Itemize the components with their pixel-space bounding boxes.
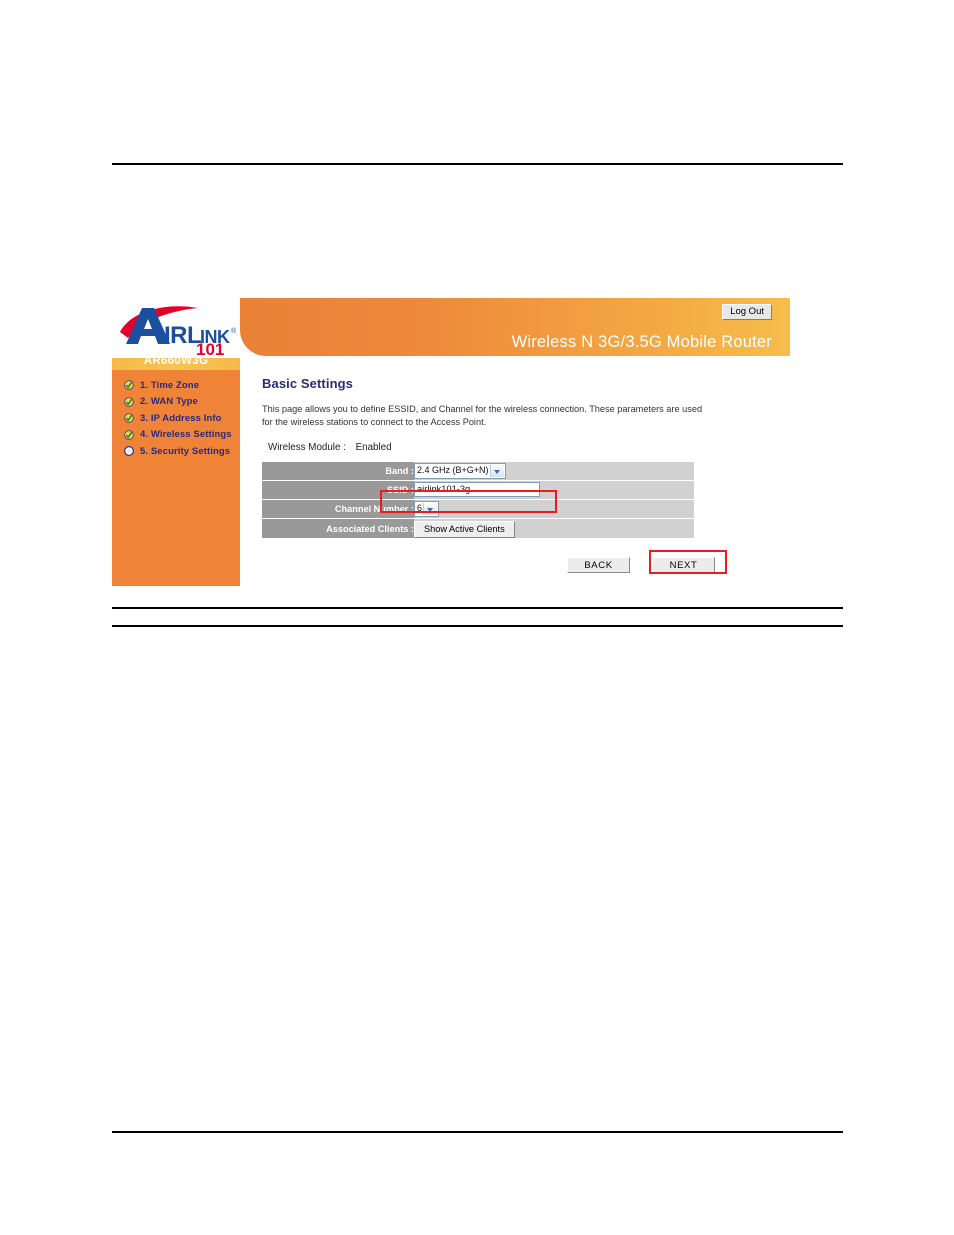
table-row-channel: Channel Number : 6 [262, 500, 694, 518]
wireless-module-label: Wireless Module : [268, 442, 346, 453]
sidebar-item-wan-type[interactable]: 2. WAN Type [112, 394, 240, 411]
airlink-logo: IRL INK ® 101 [112, 298, 240, 358]
table-row-band: Band : 2.4 GHz (B+G+N) [262, 462, 694, 480]
basic-settings-table: Band : 2.4 GHz (B+G+N) SSID : Ch [262, 461, 694, 539]
channel-number-value: 6 [417, 502, 423, 513]
sidebar-item-label: 3. IP Address Info [140, 412, 222, 424]
page-rule-mid-lower [112, 625, 843, 627]
router-admin-ui: Log Out Wireless N 3G/3.5G Mobile Router… [112, 298, 790, 586]
current-circle-icon [124, 446, 134, 457]
sidebar-item-wireless-settings[interactable]: 4. Wireless Settings [112, 427, 240, 444]
sidebar-item-time-zone[interactable]: 1. Time Zone [112, 377, 240, 394]
table-row-ssid: SSID : [262, 481, 694, 499]
wizard-actions: BACK NEXT [567, 554, 727, 574]
table-row-associated-clients: Associated Clients : Show Active Clients [262, 519, 694, 538]
checked-circle-icon [124, 380, 134, 390]
svg-text:®: ® [231, 327, 237, 335]
associated-clients-label: Associated Clients : [262, 519, 414, 538]
next-button[interactable]: NEXT [652, 557, 715, 573]
show-active-clients-button[interactable]: Show Active Clients [414, 521, 515, 538]
band-value-cell: 2.4 GHz (B+G+N) [414, 462, 694, 480]
svg-text:101: 101 [196, 340, 224, 356]
checked-circle-icon [124, 430, 134, 440]
wireless-module-value: Enabled [355, 442, 392, 453]
ssid-value-cell [414, 481, 694, 499]
back-button[interactable]: BACK [567, 557, 630, 573]
channel-number-select[interactable]: 6 [414, 500, 440, 517]
sidebar-item-security-settings[interactable]: 5. Security Settings [112, 443, 240, 460]
router-model-title: Wireless N 3G/3.5G Mobile Router [511, 333, 772, 351]
chevron-down-icon[interactable] [489, 464, 504, 477]
band-label: Band : [262, 462, 414, 480]
sidebar-item-label: 2. WAN Type [140, 396, 198, 408]
wireless-module-status: Wireless Module : Enabled [268, 442, 790, 453]
channel-number-label: Channel Number : [262, 500, 414, 518]
next-button-slot: NEXT [652, 555, 715, 573]
back-button-slot: BACK [567, 555, 630, 573]
logout-button[interactable]: Log Out [722, 304, 772, 320]
ssid-label: SSID : [262, 481, 414, 499]
sidebar-item-label: 5. Security Settings [140, 445, 231, 457]
sidebar-nav-list: 1. Time Zone 2. WAN Type 3. IP Address I… [112, 370, 240, 460]
sidebar-item-label: 1. Time Zone [140, 379, 200, 391]
chevron-down-icon[interactable] [423, 502, 438, 515]
checked-circle-icon [124, 413, 134, 423]
band-select[interactable]: 2.4 GHz (B+G+N) [414, 462, 506, 479]
ui-header-bar: Log Out Wireless N 3G/3.5G Mobile Router [240, 298, 790, 356]
page-description: This page allows you to define ESSID, an… [262, 404, 703, 427]
main-content: Basic Settings This page allows you to d… [262, 376, 790, 539]
sidebar: AR660W3G 1. Time Zone 2. WAN Type 3. IP … [112, 353, 240, 586]
channel-value-cell: 6 [414, 500, 694, 518]
airlink-logo-graphic: IRL INK ® 101 [120, 306, 237, 356]
checked-circle-icon [124, 397, 134, 407]
sidebar-item-label: 4. Wireless Settings [140, 429, 232, 441]
band-select-value: 2.4 GHz (B+G+N) [417, 464, 489, 475]
associated-clients-value-cell: Show Active Clients [414, 519, 694, 538]
ssid-input[interactable] [414, 482, 540, 498]
sidebar-item-ip-address-info[interactable]: 3. IP Address Info [112, 410, 240, 427]
page-title: Basic Settings [262, 376, 353, 391]
page-rule-bottom [112, 1131, 843, 1133]
page-rule-mid-upper [112, 607, 843, 609]
page-rule-top [112, 163, 843, 165]
